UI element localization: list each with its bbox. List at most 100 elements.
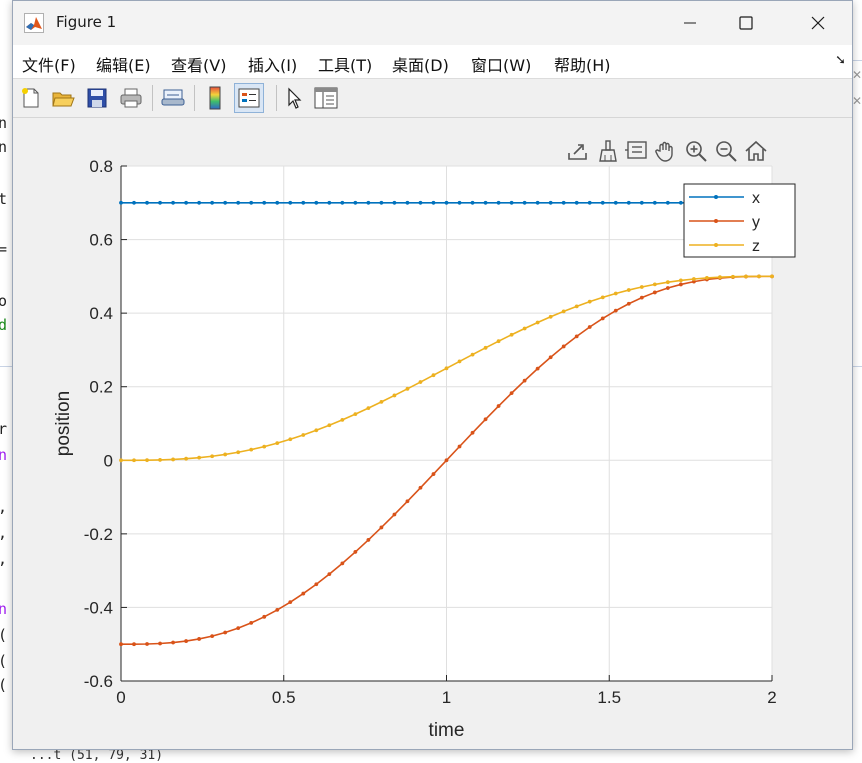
data-point-y	[522, 378, 527, 383]
dock-arrow-icon[interactable]: ➘	[835, 53, 846, 68]
colorbar-button[interactable]	[200, 83, 230, 113]
data-point-z	[366, 406, 371, 411]
data-point-z	[548, 314, 553, 319]
data-point-x	[262, 200, 267, 205]
data-point-z	[327, 423, 332, 428]
data-point-x	[353, 200, 358, 205]
background-divider	[0, 366, 12, 367]
legend-label-z: z	[752, 238, 760, 255]
data-point-x	[327, 200, 332, 205]
menu-window[interactable]: 窗口(W)	[471, 52, 531, 76]
data-point-z	[236, 450, 241, 455]
toolbar-separator	[152, 85, 153, 111]
data-point-y	[600, 316, 605, 321]
data-point-z	[652, 282, 657, 287]
save-icon	[87, 88, 107, 108]
data-point-x	[509, 200, 514, 205]
legend-button[interactable]	[234, 83, 264, 113]
print-button[interactable]	[116, 83, 146, 113]
y-tick-label: -0.4	[84, 598, 113, 617]
data-point-z	[705, 276, 709, 280]
data-point-z	[483, 345, 488, 350]
data-point-x	[288, 200, 293, 205]
data-point-x	[587, 200, 592, 205]
data-point-y	[665, 286, 670, 290]
figure-window: Figure 1 文件(F) 编辑(E) 查看(V) 插入(I) 工具(T) 桌…	[12, 0, 853, 750]
save-button[interactable]	[82, 83, 112, 113]
link-plot-button[interactable]	[158, 83, 188, 113]
data-point-y	[145, 642, 149, 646]
data-point-y	[535, 366, 540, 371]
data-point-y	[236, 626, 241, 631]
data-point-z	[509, 332, 514, 337]
data-point-x	[548, 200, 553, 205]
data-point-y	[301, 591, 306, 596]
data-point-y	[483, 417, 488, 422]
data-point-x	[522, 200, 527, 205]
data-point-z	[770, 274, 774, 279]
window-title: Figure 1	[56, 13, 117, 31]
x-tick-label: 2	[767, 688, 776, 707]
data-point-z	[145, 458, 149, 463]
data-point-z	[457, 359, 462, 364]
data-point-z	[353, 412, 358, 417]
data-point-x	[171, 200, 175, 205]
menu-desktop[interactable]: 桌面(D)	[392, 52, 449, 76]
y-tick-label: 0.4	[89, 304, 113, 323]
x-tick-label: 0	[116, 688, 125, 707]
menu-view[interactable]: 查看(V)	[171, 52, 226, 76]
data-point-y	[132, 642, 136, 647]
data-point-x	[392, 200, 397, 205]
data-point-y	[652, 290, 657, 295]
maximize-icon	[739, 16, 753, 30]
data-point-z	[379, 400, 384, 404]
menu-edit[interactable]: 编辑(E)	[96, 52, 151, 76]
data-point-z	[639, 285, 644, 289]
y-tick-label: 0	[104, 451, 113, 470]
title-bar[interactable]: Figure 1	[13, 1, 852, 45]
menu-file[interactable]: 文件(F)	[22, 52, 76, 76]
data-point-y	[418, 485, 423, 490]
data-point-x	[639, 200, 644, 205]
data-point-z	[613, 291, 618, 296]
open-file-button[interactable]	[48, 83, 78, 113]
data-point-x	[405, 200, 410, 205]
menu-tools[interactable]: 工具(T)	[318, 52, 372, 76]
colorbar-icon	[209, 86, 221, 110]
data-point-x	[652, 200, 657, 205]
minimize-button[interactable]	[667, 1, 713, 45]
property-inspector-button[interactable]	[311, 83, 341, 113]
menu-help[interactable]: 帮助(H)	[554, 52, 611, 76]
data-point-x	[613, 200, 618, 205]
y-tick-label: 0.8	[89, 157, 113, 176]
data-point-y	[444, 458, 449, 463]
data-point-y	[379, 525, 384, 530]
data-point-z	[171, 457, 175, 462]
close-button[interactable]	[795, 1, 841, 45]
data-point-x	[574, 200, 579, 205]
data-point-y	[249, 621, 254, 625]
menu-insert[interactable]: 插入(I)	[248, 52, 297, 76]
maximize-button[interactable]	[723, 1, 769, 45]
pointer-button[interactable]	[279, 83, 309, 113]
data-point-x	[600, 200, 605, 205]
data-point-x	[249, 200, 254, 205]
print-icon	[120, 88, 142, 108]
minimize-icon	[684, 22, 696, 24]
open-file-icon	[52, 92, 75, 107]
data-point-y	[340, 561, 345, 566]
menu-bar: 文件(F) 编辑(E) 查看(V) 插入(I) 工具(T) 桌面(D) 窗口(W…	[13, 45, 852, 79]
data-point-z	[574, 304, 579, 309]
new-figure-button[interactable]	[16, 83, 46, 113]
data-point-z	[718, 275, 722, 280]
data-point-z	[197, 455, 202, 460]
data-point-x	[457, 200, 462, 205]
data-point-z	[184, 456, 189, 461]
legend-label-x: x	[752, 190, 760, 207]
data-point-x	[379, 200, 384, 205]
y-tick-label: -0.6	[84, 672, 113, 691]
data-point-y	[509, 391, 514, 396]
data-point-x	[275, 200, 280, 205]
data-point-x	[210, 200, 215, 205]
data-point-y	[327, 572, 332, 577]
